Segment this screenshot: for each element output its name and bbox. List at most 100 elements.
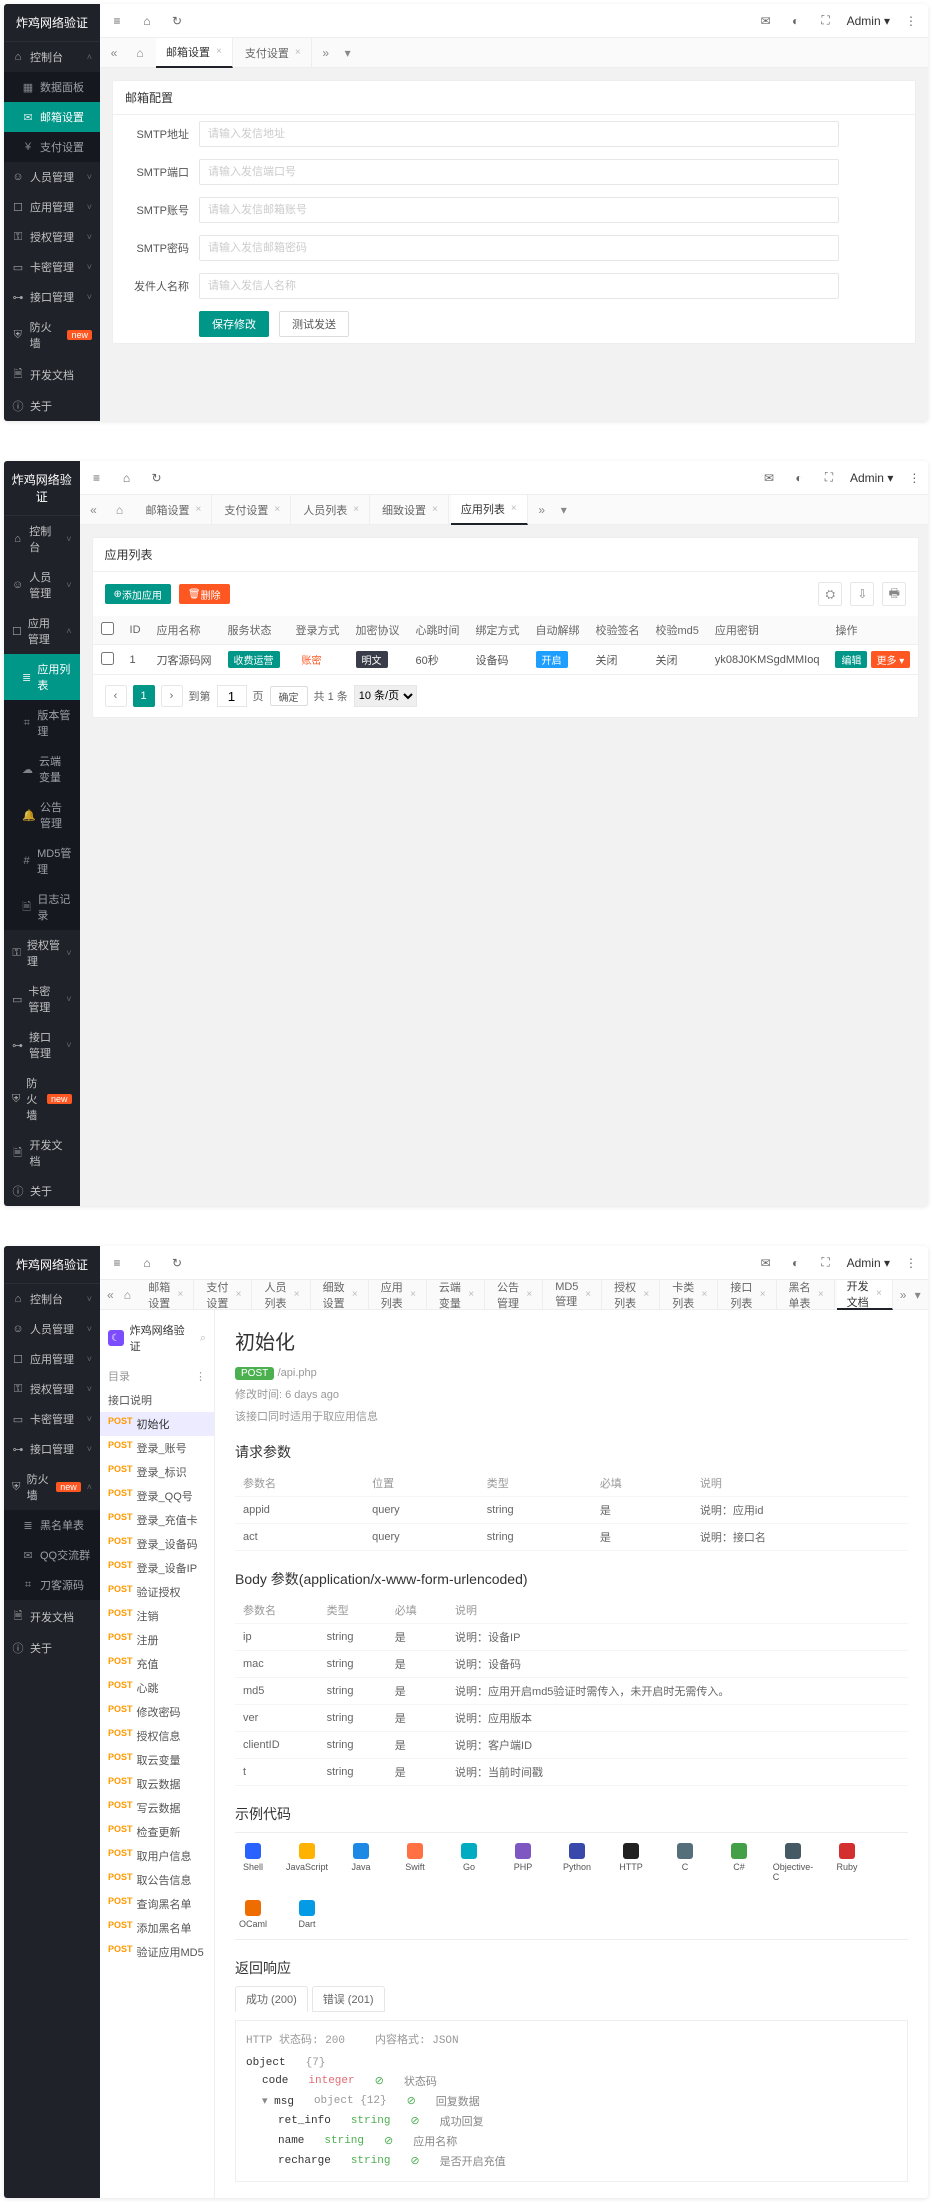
close-icon[interactable]: ×: [294, 1289, 300, 1300]
edit-button[interactable]: 编辑: [835, 651, 867, 668]
nav-firewall[interactable]: ⛨防火墙new: [4, 312, 100, 358]
tabs-next-icon[interactable]: »: [316, 46, 336, 60]
nav-about[interactable]: ⓘ关于: [4, 1633, 100, 1663]
menu-icon[interactable]: ≡: [108, 12, 126, 30]
page-next[interactable]: ›: [161, 685, 183, 707]
nav-console[interactable]: ⌂控制台˅: [4, 515, 80, 562]
close-icon[interactable]: ×: [178, 1289, 184, 1300]
nav-firewall[interactable]: ⛨防火墙new: [4, 1068, 80, 1130]
tabs-prev-icon[interactable]: «: [104, 1288, 117, 1302]
row-checkbox[interactable]: [101, 652, 114, 665]
lang-option[interactable]: HTTP: [613, 1843, 649, 1882]
doc-item[interactable]: POST取用户信息: [100, 1844, 214, 1868]
nav-console[interactable]: ⌂控制台˅: [4, 1283, 100, 1314]
more-icon[interactable]: ⋮: [905, 469, 923, 487]
more-icon[interactable]: ⋮: [195, 1370, 206, 1383]
nav-sub-source[interactable]: ⌗刀客源码: [4, 1570, 100, 1600]
lang-option[interactable]: Objective-C: [775, 1843, 811, 1882]
tab[interactable]: 人员列表×: [254, 1280, 310, 1310]
close-icon[interactable]: ×: [526, 1289, 532, 1300]
tabs-prev-icon[interactable]: «: [104, 46, 124, 60]
lang-option[interactable]: Python: [559, 1843, 595, 1882]
doc-item[interactable]: POST注销: [100, 1604, 214, 1628]
lang-option[interactable]: Swift: [397, 1843, 433, 1882]
doc-item[interactable]: POST验证授权: [100, 1580, 214, 1604]
theme-icon[interactable]: ◐: [787, 12, 805, 30]
theme-icon[interactable]: ◐: [790, 469, 808, 487]
tab[interactable]: 黑名单表×: [779, 1280, 835, 1310]
nav-api[interactable]: ⊶接口管理˅: [4, 1022, 80, 1068]
lang-option[interactable]: JavaScript: [289, 1843, 325, 1882]
nav-sub-mail[interactable]: ✉邮箱设置: [4, 102, 100, 132]
nav-console[interactable]: ⌂ 控制台 ˄: [4, 41, 100, 72]
doc-item[interactable]: POST登录_设备码: [100, 1532, 214, 1556]
close-icon[interactable]: ×: [585, 1289, 591, 1300]
doc-item[interactable]: POST查询黑名单: [100, 1892, 214, 1916]
lang-option[interactable]: C#: [721, 1843, 757, 1882]
doc-item[interactable]: POST登录_标识: [100, 1460, 214, 1484]
nav-sub-log[interactable]: 🗎日志记录: [4, 884, 80, 930]
sender-input[interactable]: [199, 273, 839, 299]
nav-card[interactable]: ▭卡密管理˅: [4, 976, 80, 1022]
lang-option[interactable]: Java: [343, 1843, 379, 1882]
tabs-menu-icon[interactable]: ▾: [554, 503, 574, 517]
doc-item[interactable]: POST验证应用MD5: [100, 1940, 214, 1964]
nav-auth[interactable]: ⚿授权管理˅: [4, 930, 80, 976]
page-prev[interactable]: ‹: [105, 685, 127, 707]
nav-app[interactable]: ☐应用管理˄: [4, 608, 80, 654]
tab[interactable]: 人员列表×: [293, 495, 370, 525]
menu-icon[interactable]: ≡: [88, 469, 106, 487]
theme-icon[interactable]: ◐: [787, 1254, 805, 1272]
nav-users[interactable]: ☺人员管理˅: [4, 562, 80, 608]
doc-item[interactable]: POST取云数据: [100, 1772, 214, 1796]
nav-sub-md5[interactable]: #MD5管理: [4, 838, 80, 884]
doc-item[interactable]: POST修改密码: [100, 1700, 214, 1724]
tab[interactable]: 细致设置×: [313, 1280, 369, 1310]
close-icon[interactable]: ×: [702, 1289, 708, 1300]
nav-sub-blacklist[interactable]: ≣黑名单表: [4, 1510, 100, 1540]
resp-tab-200[interactable]: 成功 (200): [235, 1986, 308, 2012]
close-icon[interactable]: ×: [216, 46, 222, 57]
nav-about[interactable]: ⓘ关于: [4, 1176, 80, 1206]
tab[interactable]: 接口列表×: [720, 1280, 776, 1310]
nav-card[interactable]: ▭卡密管理˅: [4, 1404, 100, 1434]
nav-app[interactable]: ☐应用管理˅: [4, 1344, 100, 1374]
doc-item[interactable]: POST登录_账号: [100, 1436, 214, 1460]
tab[interactable]: 云端变量×: [429, 1280, 485, 1310]
home-icon[interactable]: ⌂: [138, 1254, 156, 1272]
doc-item[interactable]: POST注册: [100, 1628, 214, 1652]
tab[interactable]: 邮箱设置×: [136, 495, 213, 525]
tab[interactable]: 公告管理×: [487, 1280, 543, 1310]
tab[interactable]: 卡类列表×: [662, 1280, 718, 1310]
nav-sub-dashboard[interactable]: ▦数据面板: [4, 72, 100, 102]
nav-sub-cloudvar[interactable]: ☁云端变量: [4, 746, 80, 792]
tab[interactable]: 细致设置×: [372, 495, 449, 525]
msg-icon[interactable]: ✉: [757, 12, 775, 30]
close-icon[interactable]: ×: [432, 504, 438, 515]
close-icon[interactable]: ×: [468, 1289, 474, 1300]
lang-option[interactable]: Go: [451, 1843, 487, 1882]
nav-firewall[interactable]: ⛨防火墙new˄: [4, 1464, 100, 1510]
smtp-port-input[interactable]: [199, 159, 839, 185]
nav-sub-pay[interactable]: ¥支付设置: [4, 132, 100, 162]
doc-item[interactable]: POST取云变量: [100, 1748, 214, 1772]
msg-icon[interactable]: ✉: [757, 1254, 775, 1272]
fullscreen-icon[interactable]: ⛶: [820, 469, 838, 487]
tab[interactable]: 支付设置×: [214, 495, 291, 525]
doc-item[interactable]: POST心跳: [100, 1676, 214, 1700]
close-icon[interactable]: ×: [876, 1288, 882, 1299]
test-send-button[interactable]: 测试发送: [279, 311, 349, 337]
tabs-menu-icon[interactable]: ▾: [911, 1288, 924, 1302]
tab-home-icon[interactable]: ⌂: [126, 46, 154, 60]
fullscreen-icon[interactable]: ⛶: [817, 1254, 835, 1272]
search-icon[interactable]: ⌕: [200, 1332, 206, 1345]
close-icon[interactable]: ×: [196, 504, 202, 515]
nav-api[interactable]: ⊶接口管理˅: [4, 1434, 100, 1464]
menu-icon[interactable]: ≡: [108, 1254, 126, 1272]
tab-home-icon[interactable]: ⌂: [119, 1288, 137, 1302]
nav-docs[interactable]: 🗎开发文档: [4, 358, 100, 391]
nav-about[interactable]: ⓘ关于: [4, 391, 100, 421]
more-icon[interactable]: ⋮: [902, 12, 920, 30]
tab-pay[interactable]: 支付设置×: [235, 38, 312, 68]
tab[interactable]: 邮箱设置×: [138, 1280, 194, 1310]
